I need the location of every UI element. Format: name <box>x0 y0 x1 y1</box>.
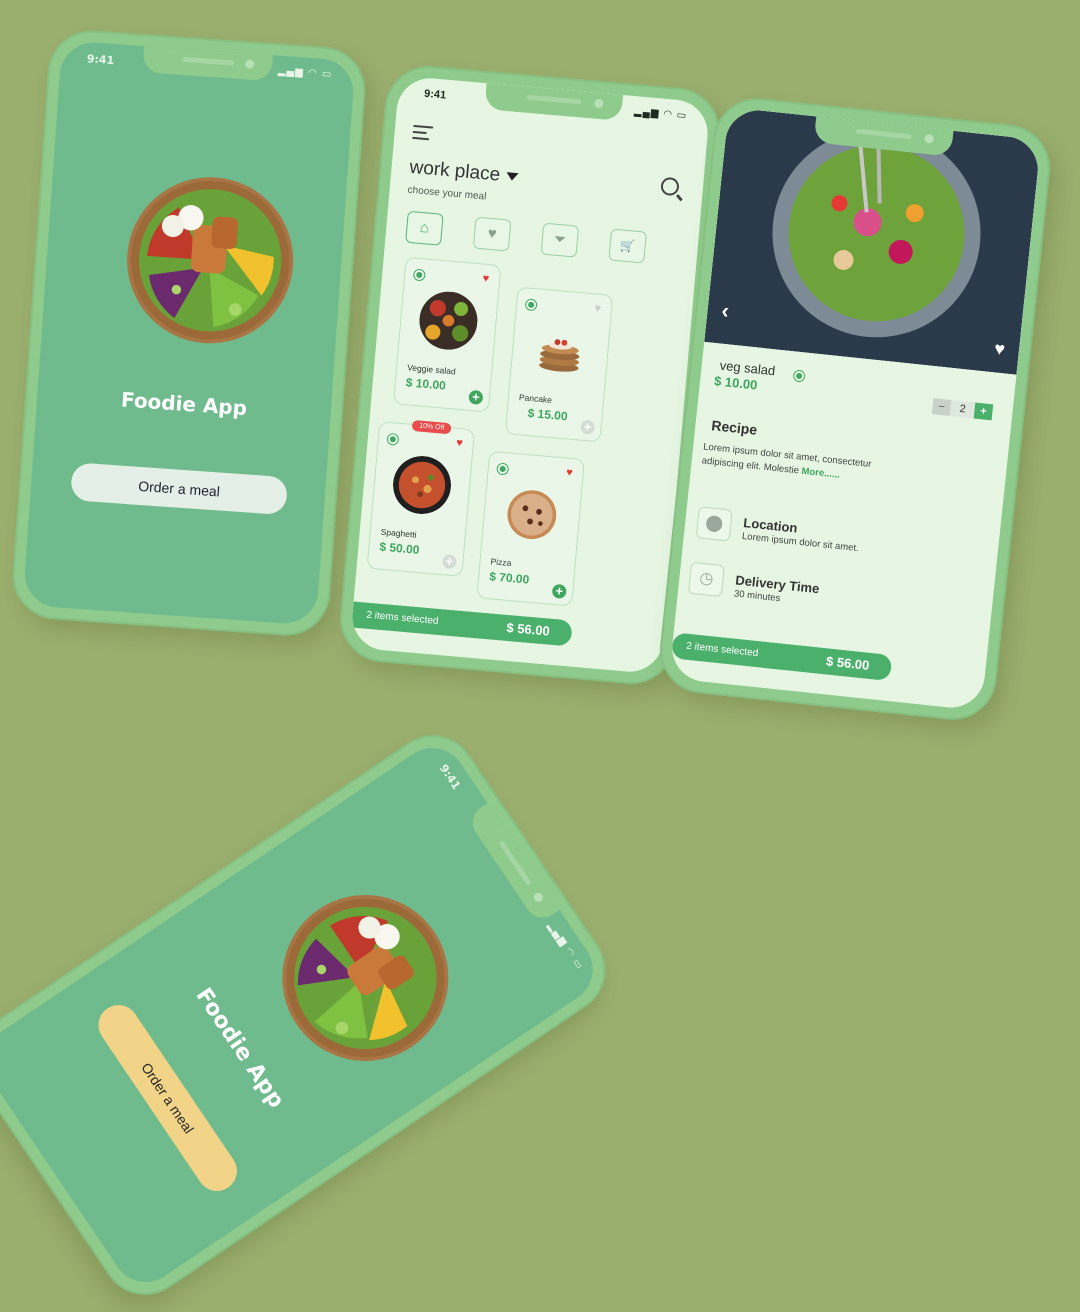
spaghetti-image <box>391 454 454 517</box>
dish-price: $ 10.00 <box>713 373 759 393</box>
select-radio[interactable] <box>524 298 538 312</box>
select-radio[interactable] <box>386 432 400 446</box>
search-icon[interactable] <box>660 176 680 197</box>
cart-summary-bar[interactable]: 2 items selected $ 56.00 <box>670 632 893 682</box>
salad-bowl-image <box>125 175 295 345</box>
item-price: $ 15.00 <box>527 405 569 424</box>
menu-item-card[interactable]: ♥ Veggie salad $ 10.00 + <box>392 256 502 413</box>
location-label: work place <box>408 156 502 186</box>
item-name: Veggie salad <box>406 362 457 377</box>
location-selector[interactable]: work place <box>409 157 519 188</box>
location-pin-icon: ⬤ <box>695 506 733 542</box>
recipe-text: Lorem ipsum dolor sit amet, consectetur … <box>701 440 913 490</box>
discount-badge: 10% Off <box>411 419 452 435</box>
home-icon: ⌂ <box>419 218 430 237</box>
splash-screen: 9:41 ▂▄▆ ◠ ▭ Foodie App Order a meal <box>22 40 356 626</box>
status-time: 9:41 <box>423 87 447 102</box>
item-name: Spaghetti <box>380 526 418 540</box>
items-selected-label: 2 items selected <box>685 640 759 660</box>
veggie-salad-image <box>417 289 480 353</box>
select-radio[interactable] <box>496 462 510 476</box>
tab-favorites[interactable]: ♥ <box>472 216 512 252</box>
heart-icon: ♥ <box>486 224 498 243</box>
location-subtitle: choose your meal <box>407 184 487 203</box>
app-title: Foodie App <box>120 387 248 421</box>
quantity-stepper: − 2 + <box>931 398 994 421</box>
phone-splash: 9:41 ▂▄▆ ◠ ▭ Foodie App Order a meal <box>9 27 369 639</box>
heart-icon[interactable]: ♥ <box>993 338 1006 360</box>
status-bar: 9:41 ▂▄▆ ◠ ▭ <box>420 740 598 993</box>
status-icons: ▂▄▆ ◠ ▭ <box>633 106 688 122</box>
item-price: $ 10.00 <box>405 375 447 393</box>
splash-screen: 9:41 ▂▄▆ ◠ ▭ Foodie App Order a meal <box>0 734 606 1296</box>
phone-splash-rotated: 9:41 ▂▄▆ ◠ ▭ Foodie App Order a meal <box>0 718 623 1312</box>
add-button[interactable]: + <box>551 583 567 599</box>
heart-icon[interactable]: ♥ <box>482 273 490 286</box>
select-radio[interactable] <box>792 369 806 383</box>
menu-item-card[interactable]: ♥ Pancake $ 15.00 + <box>504 286 614 443</box>
filter-icon: ⏷ <box>553 230 567 249</box>
menu-screen: 9:41 ▂▄▆ ◠ ▭ work place choose your meal… <box>349 75 711 675</box>
increase-button[interactable]: + <box>973 402 994 421</box>
heart-icon[interactable]: ♥ <box>566 467 574 480</box>
heart-icon[interactable]: ♥ <box>594 302 602 315</box>
tab-cart[interactable]: 🛒 <box>608 228 647 264</box>
tab-home[interactable]: ⌂ <box>405 210 444 246</box>
decrease-button[interactable]: − <box>931 398 952 416</box>
select-radio[interactable] <box>412 268 426 282</box>
recipe-body: Lorem ipsum dolor sit amet, consectetur … <box>701 441 872 477</box>
cart-total: $ 56.00 <box>825 653 871 673</box>
quantity-value: 2 <box>949 400 976 419</box>
tab-filter[interactable]: ⏷ <box>540 222 580 258</box>
detail-screen: ‹ ♥ veg salad $ 10.00 − 2 + Recipe Lorem… <box>668 107 1042 711</box>
clock-icon: ◷ <box>687 561 725 598</box>
item-price: $ 70.00 <box>488 569 530 587</box>
location-text: Lorem ipsum dolor sit amet. <box>741 530 860 555</box>
status-icons: ▂▄▆ ◠ ▭ <box>545 920 586 973</box>
menu-item-card[interactable]: 10% Off ♥ Spaghetti $ 50.00 + <box>366 419 476 577</box>
item-name: Pizza <box>490 556 512 569</box>
add-button[interactable]: + <box>441 553 458 570</box>
items-selected-label: 2 items selected <box>365 609 439 627</box>
add-button[interactable]: + <box>580 419 596 435</box>
cart-total: $ 56.00 <box>505 619 551 639</box>
heart-icon[interactable]: ♥ <box>456 437 464 450</box>
order-meal-button[interactable]: Order a meal <box>70 462 289 516</box>
item-price: $ 50.00 <box>378 539 420 557</box>
item-name: Pancake <box>518 392 553 405</box>
cart-icon: 🛒 <box>619 238 636 254</box>
menu-item-card[interactable]: ♥ Pizza $ 70.00 + <box>476 450 585 607</box>
status-icons: ▂▄▆ ◠ ▭ <box>277 65 333 81</box>
hamburger-menu-icon[interactable] <box>412 124 434 145</box>
pizza-image <box>500 483 563 546</box>
pancake-image <box>528 319 592 382</box>
cart-summary-bar[interactable]: 2 items selected $ 56.00 <box>351 601 573 647</box>
add-button[interactable]: + <box>468 389 484 405</box>
status-time: 9:41 <box>436 762 463 792</box>
more-link[interactable]: More...... <box>801 466 840 481</box>
salad-bowl-image <box>255 868 476 1088</box>
status-time: 9:41 <box>86 52 115 68</box>
phone-detail: ‹ ♥ veg salad $ 10.00 − 2 + Recipe Lorem… <box>655 93 1055 725</box>
caret-down-icon <box>505 172 519 182</box>
recipe-heading: Recipe <box>710 417 759 438</box>
